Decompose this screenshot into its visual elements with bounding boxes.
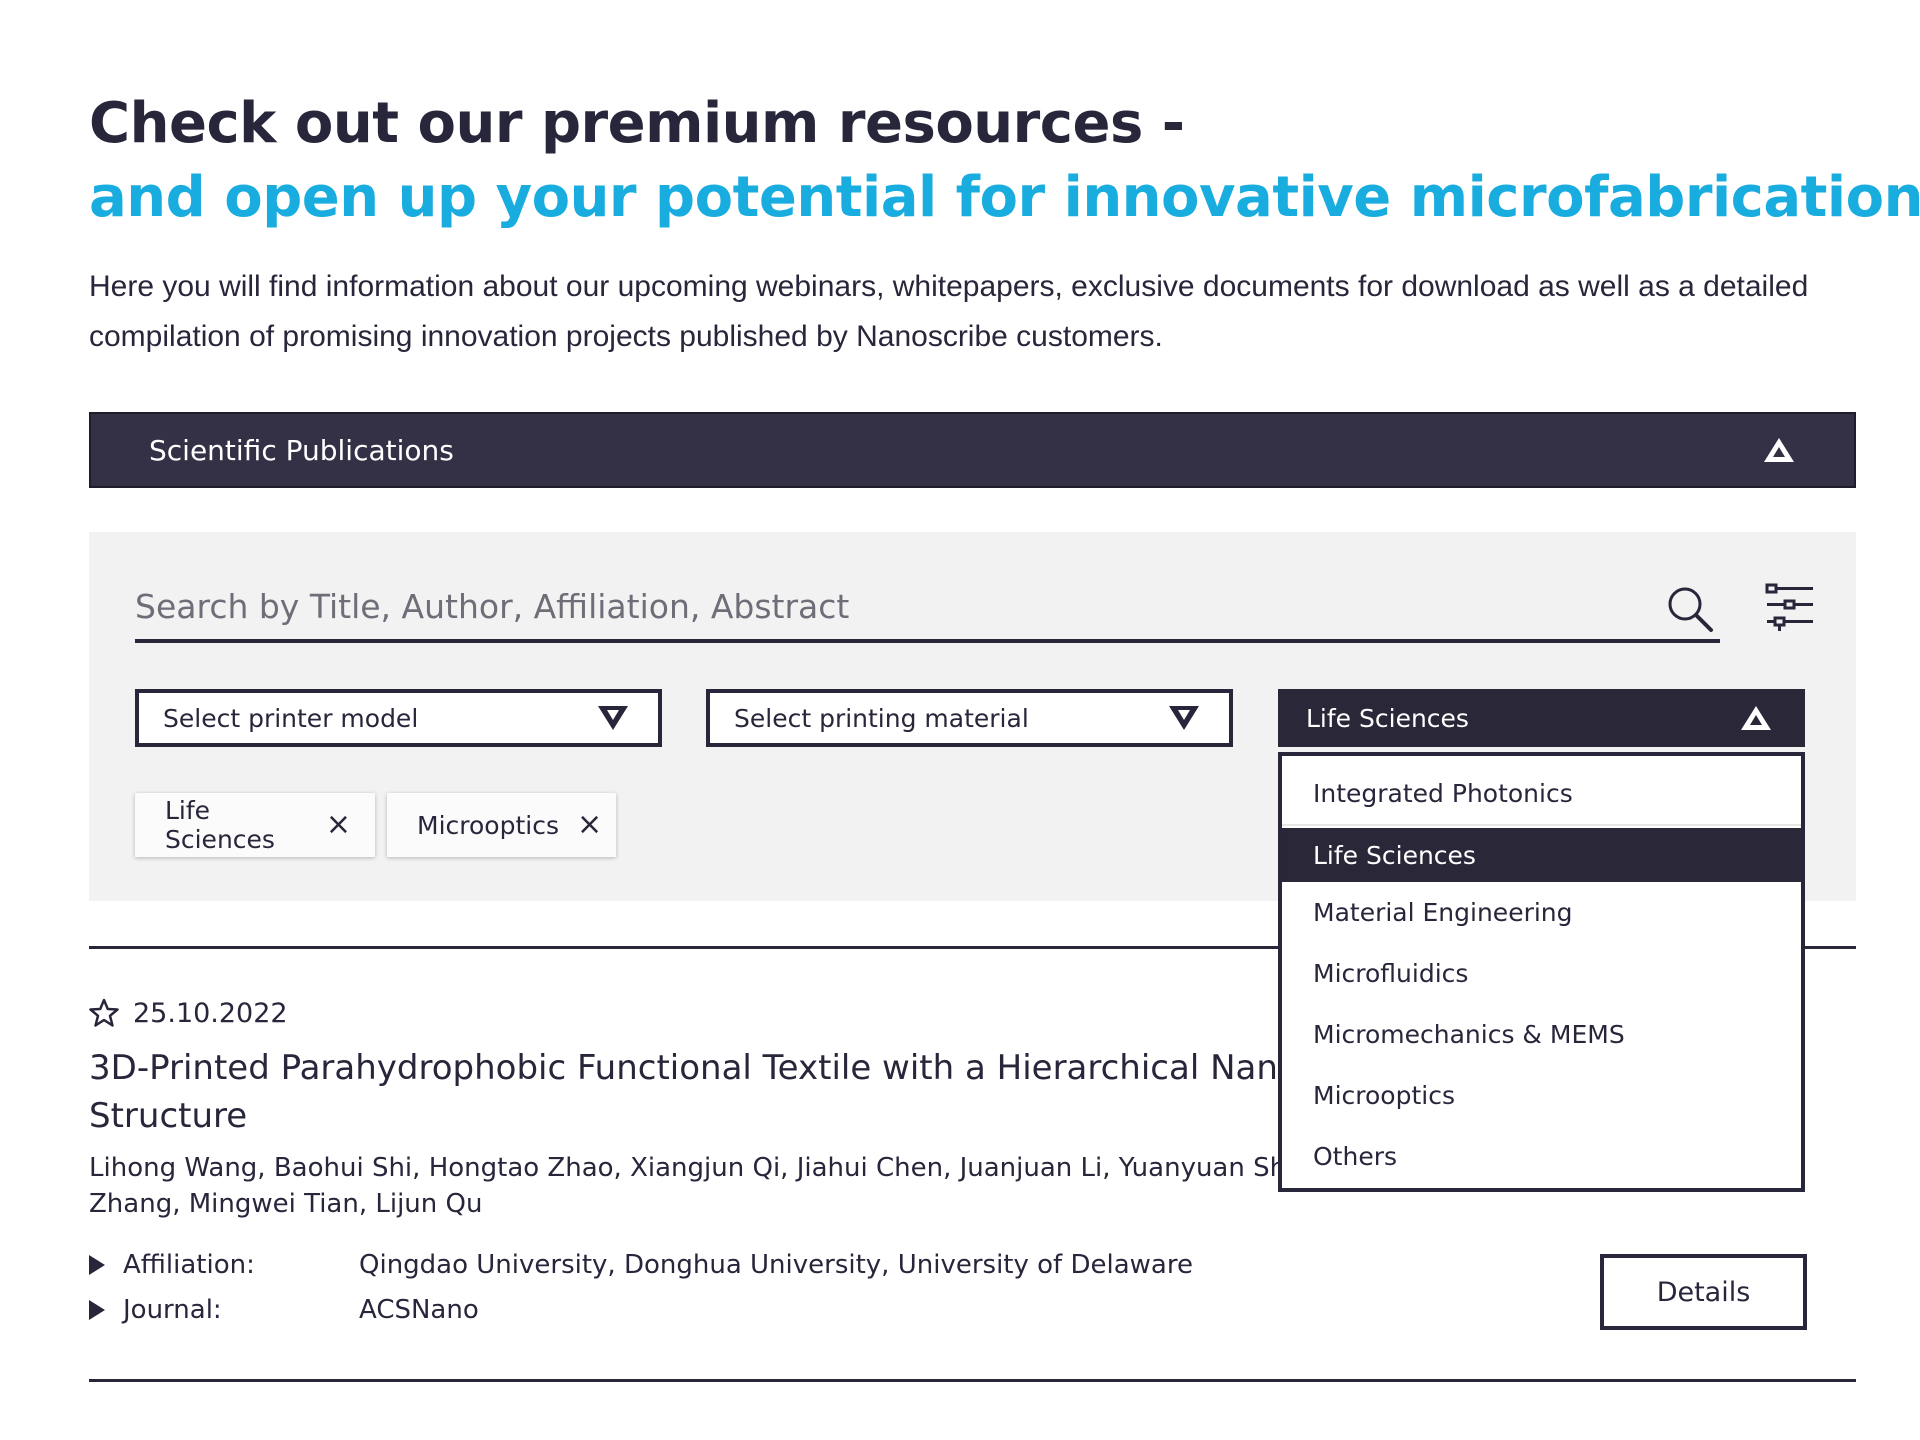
journal-row[interactable]: Journal: ACSNano [89, 1287, 1856, 1332]
triangle-down-icon [598, 706, 628, 730]
application-select-label: Life Sciences [1306, 703, 1469, 733]
dropdown-option[interactable]: Others [1282, 1126, 1801, 1187]
chip-label: Microoptics [417, 810, 559, 840]
search-input[interactable] [135, 575, 1720, 637]
divider [89, 1379, 1856, 1382]
publication-title-line2: Structure [89, 1096, 248, 1136]
printer-model-label: Select printer model [163, 703, 419, 733]
triangle-down-icon [1169, 706, 1199, 730]
application-dropdown-menu: Integrated Photonics Life Sciences Mater… [1278, 752, 1805, 1192]
triangle-up-icon [1764, 438, 1794, 462]
application-select[interactable]: Life Sciences [1278, 689, 1805, 747]
dropdown-option-selected[interactable]: Life Sciences [1282, 828, 1801, 882]
printing-material-select[interactable]: Select printing material [706, 689, 1233, 747]
affiliation-value: Qingdao University, Donghua University, … [359, 1249, 1193, 1280]
star-icon[interactable] [89, 998, 119, 1028]
dropdown-option[interactable]: Micromechanics & MEMS [1282, 1004, 1801, 1065]
dropdown-option[interactable]: Microoptics [1282, 1065, 1801, 1126]
close-icon[interactable]: × [577, 810, 602, 840]
accordion-title: Scientific Publications [149, 433, 454, 467]
publication-date: 25.10.2022 [133, 997, 288, 1029]
filter-settings-icon[interactable] [1765, 582, 1815, 632]
details-button[interactable]: Details [1600, 1254, 1807, 1330]
page-title: Check out our premium resources - [89, 91, 1185, 156]
affiliation-key: Affiliation: [123, 1249, 255, 1280]
triangle-right-icon [89, 1299, 105, 1320]
search-icon[interactable] [1665, 584, 1715, 634]
dropdown-option[interactable]: Integrated Photonics [1282, 756, 1801, 826]
dropdown-option[interactable]: Material Engineering [1282, 882, 1801, 943]
publication-title-line1: 3D-Printed Parahydrophobic Functional Te… [89, 1048, 1279, 1088]
authors-line2: Zhang, Mingwei Tian, Lijun Qu [89, 1189, 483, 1219]
search-field[interactable] [135, 575, 1720, 643]
publication-meta: Affiliation: Qingdao University, Donghua… [89, 1242, 1856, 1332]
publication-authors: Lihong Wang, Baohui Shi, Hongtao Zhao, X… [89, 1150, 1279, 1222]
page-subtitle: and open up your potential for innovativ… [89, 165, 1920, 230]
printing-material-label: Select printing material [734, 703, 1029, 733]
authors-line1: Lihong Wang, Baohui Shi, Hongtao Zhao, X… [89, 1153, 1279, 1183]
chip-label: Life Sciences [165, 796, 275, 854]
filter-chip-life-sciences: Life Sciences × [135, 793, 375, 857]
dropdown-option[interactable]: Microfluidics [1282, 943, 1801, 1004]
journal-key: Journal: [123, 1294, 222, 1325]
scientific-publications-accordion[interactable]: Scientific Publications [89, 412, 1856, 488]
publication-title[interactable]: 3D-Printed Parahydrophobic Functional Te… [89, 1044, 1279, 1140]
journal-value: ACSNano [359, 1294, 479, 1325]
printer-model-select[interactable]: Select printer model [135, 689, 662, 747]
triangle-up-icon [1741, 706, 1771, 730]
filter-chip-microoptics: Microoptics × [387, 793, 616, 857]
triangle-right-icon [89, 1254, 105, 1275]
affiliation-row[interactable]: Affiliation: Qingdao University, Donghua… [89, 1242, 1856, 1287]
intro-text: Here you will find information about our… [89, 270, 1809, 353]
close-icon[interactable]: × [326, 810, 351, 840]
